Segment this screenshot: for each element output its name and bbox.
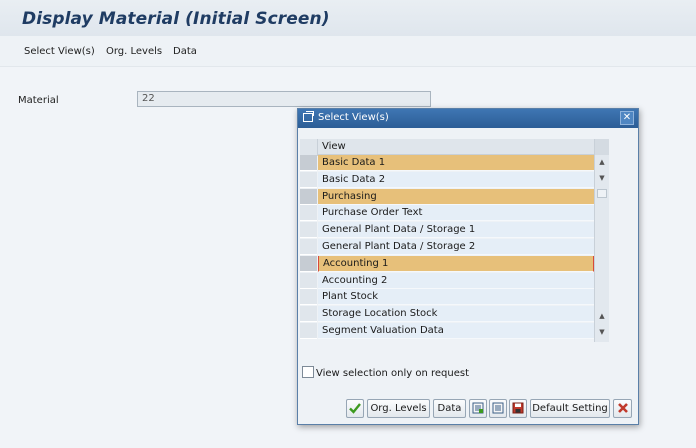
view-cell[interactable]: Accounting 2 [318, 272, 594, 289]
row-selector[interactable] [300, 205, 317, 222]
scroll-up-icon[interactable]: ▲ [597, 311, 607, 321]
table-scrollbar[interactable]: ▲ ▼ ▲ ▼ [594, 155, 609, 342]
row-selector[interactable] [300, 306, 317, 323]
view-cell[interactable]: General Plant Data / Storage 2 [318, 239, 594, 255]
save-button[interactable] [509, 399, 527, 418]
table-row[interactable]: Purchase Order Text [300, 205, 594, 222]
table-row[interactable]: Segment Valuation Data [300, 323, 594, 339]
view-cell[interactable]: Accounting 1 [318, 255, 594, 272]
row-selector[interactable] [300, 188, 317, 205]
row-selector[interactable] [300, 171, 317, 188]
menu-bar: Select View(s) Org. Levels Data [0, 36, 696, 67]
row-selector[interactable] [300, 272, 317, 289]
view-cell[interactable]: General Plant Data / Storage 1 [318, 222, 594, 239]
page-title: Display Material (Initial Screen) [22, 9, 330, 29]
table-row[interactable]: General Plant Data / Storage 1 [300, 222, 594, 239]
dialog-button-bar: Org. Levels Data Default Setting [298, 392, 638, 424]
row-selector[interactable] [300, 323, 317, 339]
save-icon [512, 402, 524, 414]
view-cell[interactable]: Basic Data 1 [318, 155, 594, 171]
org-levels-button[interactable]: Org. Levels [367, 399, 430, 418]
menu-select-views[interactable]: Select View(s) [24, 46, 95, 57]
row-selector[interactable] [300, 289, 317, 306]
table-row[interactable]: Purchasing [300, 188, 594, 205]
cancel-button[interactable] [613, 399, 632, 418]
column-settings-header[interactable] [594, 139, 609, 155]
material-label: Material [18, 95, 59, 106]
view-cell[interactable]: Basic Data 2 [318, 171, 594, 188]
view-cell[interactable]: Plant Stock [318, 289, 594, 306]
deselect-all-icon [492, 402, 504, 414]
table-row[interactable]: Accounting 2 [300, 272, 594, 289]
view-cell[interactable]: Storage Location Stock [318, 306, 594, 323]
row-selector[interactable] [300, 222, 317, 239]
default-setting-button[interactable]: Default Setting [530, 399, 610, 418]
dialog-title: Select View(s) [318, 112, 389, 123]
view-selection-option[interactable]: View selection only on request [302, 366, 469, 379]
select-all-button[interactable] [469, 399, 487, 418]
select-all-icon [472, 402, 484, 414]
views-table: View Basic Data 1 Basic Data 2 Purchasing P… [300, 139, 609, 342]
cancel-icon [617, 403, 628, 413]
continue-button[interactable] [346, 399, 364, 418]
title-bar: Display Material (Initial Screen) [0, 0, 696, 37]
table-row[interactable]: Accounting 1 [300, 255, 594, 272]
check-icon [349, 403, 361, 414]
table-row[interactable]: Plant Stock [300, 289, 594, 306]
window-icon [303, 111, 314, 122]
table-row[interactable]: Storage Location Stock [300, 306, 594, 323]
dialog-header: Select View(s) ✕ [298, 109, 638, 128]
table-row[interactable]: General Plant Data / Storage 2 [300, 239, 594, 255]
material-input[interactable]: 22 [137, 91, 431, 107]
view-selection-checkbox[interactable] [302, 366, 314, 378]
row-selector[interactable] [300, 239, 317, 255]
scroll-down-icon[interactable]: ▼ [597, 327, 607, 337]
view-cell[interactable]: Segment Valuation Data [318, 323, 594, 339]
select-views-dialog: Select View(s) ✕ View Basic Data 1 Basic … [297, 108, 639, 425]
table-row[interactable]: Basic Data 2 [300, 171, 594, 188]
menu-data[interactable]: Data [173, 46, 197, 57]
data-button[interactable]: Data [433, 399, 466, 418]
checkbox-label: View selection only on request [316, 368, 470, 379]
table-row[interactable]: Basic Data 1 [300, 155, 594, 171]
scroll-down-icon[interactable]: ▼ [597, 173, 607, 183]
deselect-all-button[interactable] [489, 399, 507, 418]
row-selector[interactable] [300, 255, 317, 272]
select-all-column-header[interactable] [300, 139, 318, 156]
view-cell[interactable]: Purchase Order Text [318, 205, 594, 222]
close-icon[interactable]: ✕ [620, 111, 634, 125]
menu-org-levels[interactable]: Org. Levels [106, 46, 162, 57]
scroll-thumb[interactable] [597, 189, 607, 198]
column-header-view[interactable]: View [318, 139, 594, 155]
view-cell[interactable]: Purchasing [318, 188, 594, 205]
scroll-up-icon[interactable]: ▲ [597, 157, 607, 167]
row-selector[interactable] [300, 155, 317, 171]
